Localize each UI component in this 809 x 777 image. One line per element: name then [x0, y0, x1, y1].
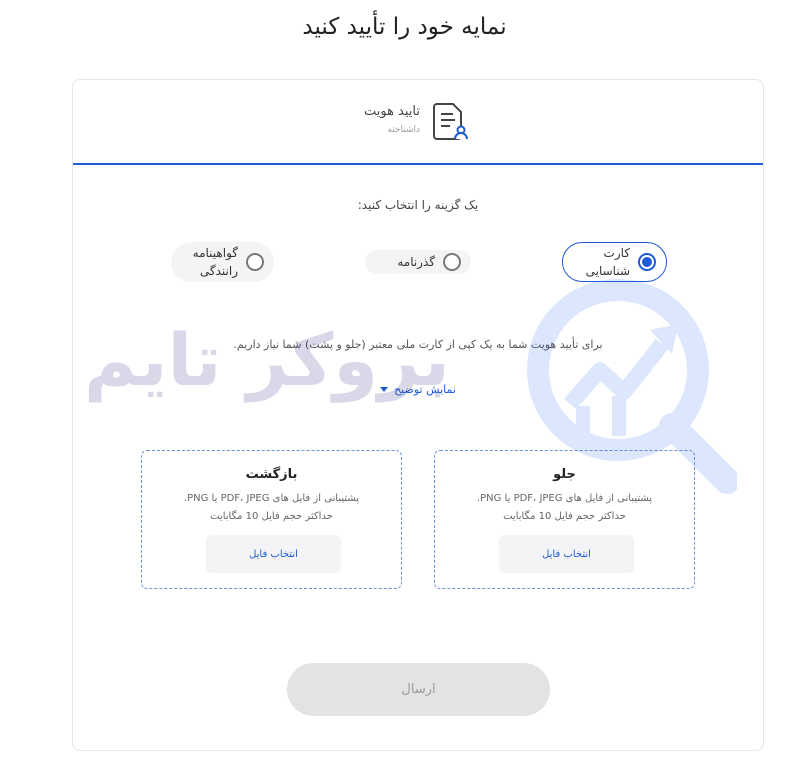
radio-empty-icon[interactable] — [443, 253, 461, 271]
show-description-toggle[interactable]: نمایش توضیح — [73, 383, 763, 396]
upload-title: جلو — [553, 467, 576, 482]
option-label: گواهینامه رانندگی — [192, 246, 238, 278]
step-title: تایید هویت — [363, 104, 420, 119]
upload-description: پشتیبانی از فایل های PDF، JPEG یا PNG. ح… — [142, 490, 401, 526]
toggle-label[interactable]: نمایش توضیح — [394, 383, 456, 396]
submit-button[interactable]: ارسال — [287, 663, 550, 716]
info-text: برای تأیید هویت شما به یک کپی از کارت مل… — [233, 338, 603, 351]
verification-card: تایید هویت داشناخته یک گزینه را انتخاب ک… — [72, 79, 764, 751]
option-drivers-license[interactable]: گواهینامه رانندگی — [171, 242, 274, 282]
upload-limit: حداکثر حجم فایل 10 مگابایت — [503, 511, 626, 522]
upload-back: بازگشت پشتیبانی از فایل های PDF، JPEG یا… — [141, 450, 402, 589]
document-user-icon — [433, 103, 468, 140]
caret-down-icon — [380, 387, 389, 392]
step-text: تایید هویت داشناخته — [364, 104, 420, 135]
choose-file-button[interactable]: انتخاب فایل — [499, 535, 634, 573]
choose-file-button[interactable]: انتخاب فایل — [206, 535, 341, 573]
step-header: تایید هویت داشناخته — [73, 80, 763, 165]
radio-selected-icon[interactable] — [638, 253, 656, 271]
option-passport[interactable]: گذرنامه — [365, 250, 471, 274]
radio-empty-icon[interactable] — [246, 253, 264, 271]
upload-limit: حداکثر حجم فایل 10 مگابایت — [210, 511, 333, 522]
option-label: گذرنامه — [397, 255, 435, 269]
selection-prompt: یک گزینه را انتخاب کنید: — [357, 198, 479, 212]
upload-title: بازگشت — [245, 467, 298, 482]
step-subtitle: داشناخته — [387, 125, 420, 135]
option-id-card[interactable]: کارت شناسایی — [562, 242, 667, 282]
upload-front: جلو پشتیبانی از فایل های PDF، JPEG یا PN… — [434, 450, 695, 589]
upload-formats: پشتیبانی از فایل های PDF، JPEG یا PNG. — [476, 493, 653, 504]
option-label: کارت شناسایی — [585, 246, 630, 278]
upload-formats: پشتیبانی از فایل های PDF، JPEG یا PNG. — [183, 493, 360, 504]
upload-description: پشتیبانی از فایل های PDF، JPEG یا PNG. ح… — [435, 490, 694, 526]
page-title: نمایه خود را تأیید کنید — [302, 14, 507, 40]
